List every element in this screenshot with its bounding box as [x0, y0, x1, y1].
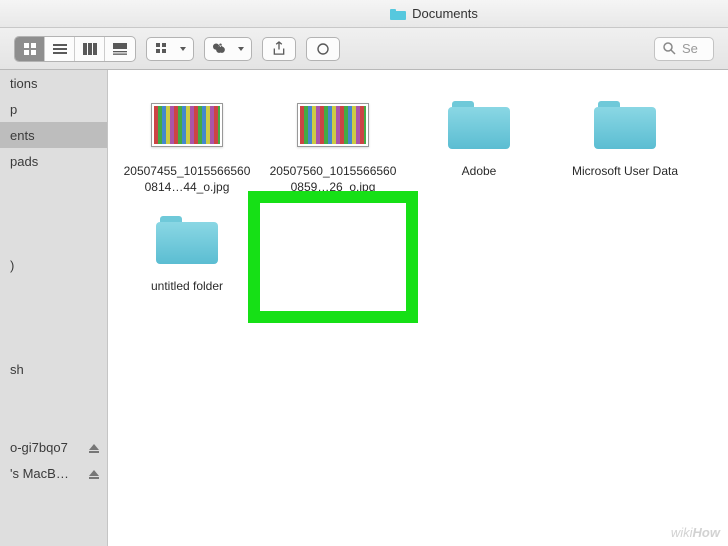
file-label: 20507560_10155665600859…26_o.jpg — [268, 164, 398, 195]
sidebar-item-6[interactable] — [0, 226, 107, 252]
sidebar-item-label: p — [10, 102, 17, 117]
file-label: 20507455_10155665600814…44_o.jpg — [122, 164, 252, 195]
sidebar-item-1[interactable]: p — [0, 96, 107, 122]
sidebar-item-3[interactable]: pads — [0, 148, 107, 174]
sidebar-item-2[interactable]: ents — [0, 122, 107, 148]
sidebar-item-9[interactable] — [0, 304, 107, 330]
icon-view-button[interactable] — [15, 37, 45, 61]
share-button[interactable] — [262, 37, 296, 61]
sidebar-item-label: 's MacB… — [10, 466, 69, 481]
sidebar-item-4[interactable] — [0, 174, 107, 200]
file-label: untitled folder — [151, 279, 223, 309]
sidebar-item-7[interactable]: ) — [0, 252, 107, 278]
toolbar: Se — [0, 28, 728, 70]
eject-icon[interactable] — [89, 444, 99, 450]
file-item-3[interactable]: Microsoft User Data — [558, 94, 692, 195]
folder-icon — [587, 94, 663, 156]
image-icon — [295, 94, 371, 156]
window-title: Documents — [390, 6, 478, 21]
sidebar-item-15[interactable]: 's MacB… — [0, 460, 107, 486]
eject-icon[interactable] — [89, 470, 99, 476]
xlsx-icon: XLSX — [295, 209, 371, 271]
sidebar-item-10[interactable] — [0, 330, 107, 356]
body: tions p ents pads) sh o-gi7bqo7 's MacB… 20507… — [0, 70, 728, 546]
sidebar-item-0[interactable]: tions — [0, 70, 107, 96]
file-label: Workbook1 — [303, 279, 363, 309]
sidebar-item-14[interactable]: o-gi7bqo7 — [0, 434, 107, 460]
file-label: Adobe — [462, 164, 497, 194]
sidebar-item-label: tions — [10, 76, 37, 91]
file-item-4[interactable]: untitled folder — [120, 209, 254, 309]
xlsx-badge: XLSX — [332, 251, 355, 260]
sidebar-item-13[interactable] — [0, 408, 107, 434]
sidebar-item-label: ents — [10, 128, 35, 143]
sidebar-item-11[interactable]: sh — [0, 356, 107, 382]
search-placeholder: Se — [682, 41, 698, 56]
sidebar-item-12[interactable] — [0, 382, 107, 408]
folder-icon — [149, 209, 225, 271]
file-item-5[interactable]: XLSX Workbook1 — [266, 209, 400, 309]
sidebar-item-label: o-gi7bqo7 — [10, 440, 68, 455]
icon-grid: 20507455_10155665600814…44_o.jpg 20507560… — [108, 70, 728, 333]
search-field[interactable]: Se — [654, 37, 714, 61]
arrange-dropdown[interactable] — [146, 37, 194, 61]
sidebar-item-label: pads — [10, 154, 38, 169]
action-dropdown[interactable] — [204, 37, 252, 61]
documents-folder-icon — [390, 7, 406, 20]
column-view-button[interactable] — [75, 37, 105, 61]
titlebar: Documents — [0, 0, 728, 28]
folder-icon — [441, 94, 517, 156]
sidebar-item-label: sh — [10, 362, 24, 377]
watermark: wikiHow — [671, 525, 720, 540]
sidebar: tions p ents pads) sh o-gi7bqo7 's MacB… — [0, 70, 108, 546]
tags-button[interactable] — [306, 37, 340, 61]
coverflow-view-button[interactable] — [105, 37, 135, 61]
sidebar-item-label: ) — [10, 258, 14, 273]
view-mode-group — [14, 36, 136, 62]
search-icon — [663, 42, 676, 55]
file-item-1[interactable]: 20507560_10155665600859…26_o.jpg — [266, 94, 400, 195]
image-icon — [149, 94, 225, 156]
window-title-text: Documents — [412, 6, 478, 21]
list-view-button[interactable] — [45, 37, 75, 61]
content-area: 20507455_10155665600814…44_o.jpg 20507560… — [108, 70, 728, 546]
sidebar-item-8[interactable] — [0, 278, 107, 304]
finder-window: Documents — [0, 0, 728, 546]
sidebar-item-5[interactable] — [0, 200, 107, 226]
file-label: Microsoft User Data — [572, 164, 678, 194]
file-item-0[interactable]: 20507455_10155665600814…44_o.jpg — [120, 94, 254, 195]
file-item-2[interactable]: Adobe — [412, 94, 546, 195]
